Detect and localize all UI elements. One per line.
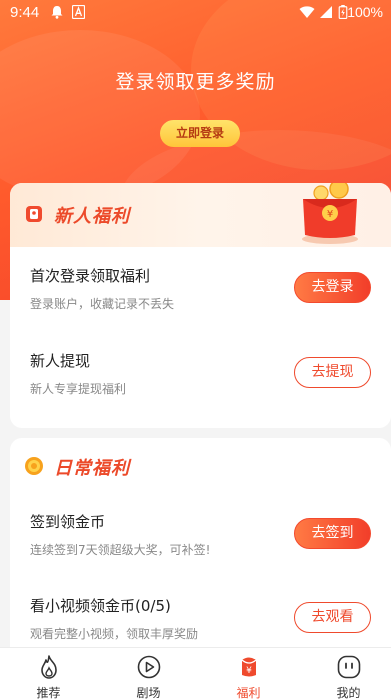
go-login-button[interactable]: 去登录	[294, 272, 371, 303]
newbie-card-header: 新人福利 ¥	[10, 183, 391, 247]
svg-text:¥: ¥	[246, 666, 252, 676]
list-item: 首次登录领取福利 登录账户，收藏记录不丢失 去登录	[10, 265, 391, 345]
status-time: 9:44	[10, 4, 40, 21]
signal-icon	[320, 6, 332, 18]
battery-percent: 100%	[347, 4, 383, 20]
tab-label: 福利	[236, 686, 261, 699]
newbie-card-title: 新人福利	[54, 206, 130, 227]
status-bar: 9:44 100%	[0, 0, 391, 26]
red-envelope-gift-icon: ¥	[302, 183, 358, 244]
app-a-icon	[72, 5, 85, 19]
task-title: 首次登录领取福利	[30, 267, 151, 285]
bottom-tab-bar: 推荐 剧场 ¥ 福利 我的	[0, 647, 391, 699]
task-title: 签到领金币	[30, 513, 106, 531]
task-title: 新人提现	[30, 352, 91, 370]
list-item: 签到领金币 连续签到7天领超级大奖，可补签! 去签到	[10, 511, 391, 591]
tab-label: 剧场	[136, 686, 161, 699]
task-subtitle: 新人专享提现福利	[30, 382, 127, 396]
red-envelope-small-icon	[26, 206, 42, 222]
login-promo-title: 登录领取更多奖励	[115, 71, 276, 93]
list-item: 新人提现 新人专享提现福利 去提现	[10, 350, 391, 428]
wifi-icon	[299, 6, 315, 18]
tab-recommend[interactable]: 推荐	[0, 648, 97, 699]
tab-mine[interactable]: 我的	[300, 648, 391, 699]
task-subtitle: 观看完整小视频，领取丰厚奖励	[30, 627, 199, 641]
tab-label: 我的	[336, 686, 361, 699]
svg-text:¥: ¥	[327, 209, 333, 220]
notification-bell-icon	[51, 6, 63, 19]
go-watch-button[interactable]: 去观看	[294, 602, 371, 633]
go-checkin-button[interactable]: 去签到	[294, 518, 371, 549]
task-subtitle: 登录账户，收藏记录不丢失	[30, 297, 175, 311]
daily-welfare-card: 日常福利 签到领金币 连续签到7天领超级大奖，可补签! 去签到 看小视频领金币(…	[10, 438, 391, 658]
task-title: 看小视频领金币(0/5)	[30, 597, 171, 615]
play-icon	[137, 655, 161, 679]
go-withdraw-button[interactable]: 去提现	[294, 357, 371, 388]
daily-card-title: 日常福利	[54, 458, 130, 479]
tab-theater[interactable]: 剧场	[100, 648, 197, 699]
task-subtitle: 连续签到7天领超级大奖，可补签!	[30, 543, 211, 557]
daily-card-header: 日常福利	[10, 438, 391, 496]
tab-label: 推荐	[36, 686, 61, 699]
face-icon	[337, 655, 361, 679]
flame-icon	[41, 655, 57, 679]
tab-welfare[interactable]: ¥ 福利	[200, 648, 297, 699]
coin-icon	[25, 457, 43, 475]
newbie-welfare-card: 新人福利 ¥ 首次登录领取福利 登录账户，收藏记录不丢失 去登录 新人提现 新人…	[10, 183, 391, 428]
login-now-button[interactable]: 立即登录	[160, 120, 240, 147]
red-envelope-icon: ¥	[241, 657, 257, 677]
